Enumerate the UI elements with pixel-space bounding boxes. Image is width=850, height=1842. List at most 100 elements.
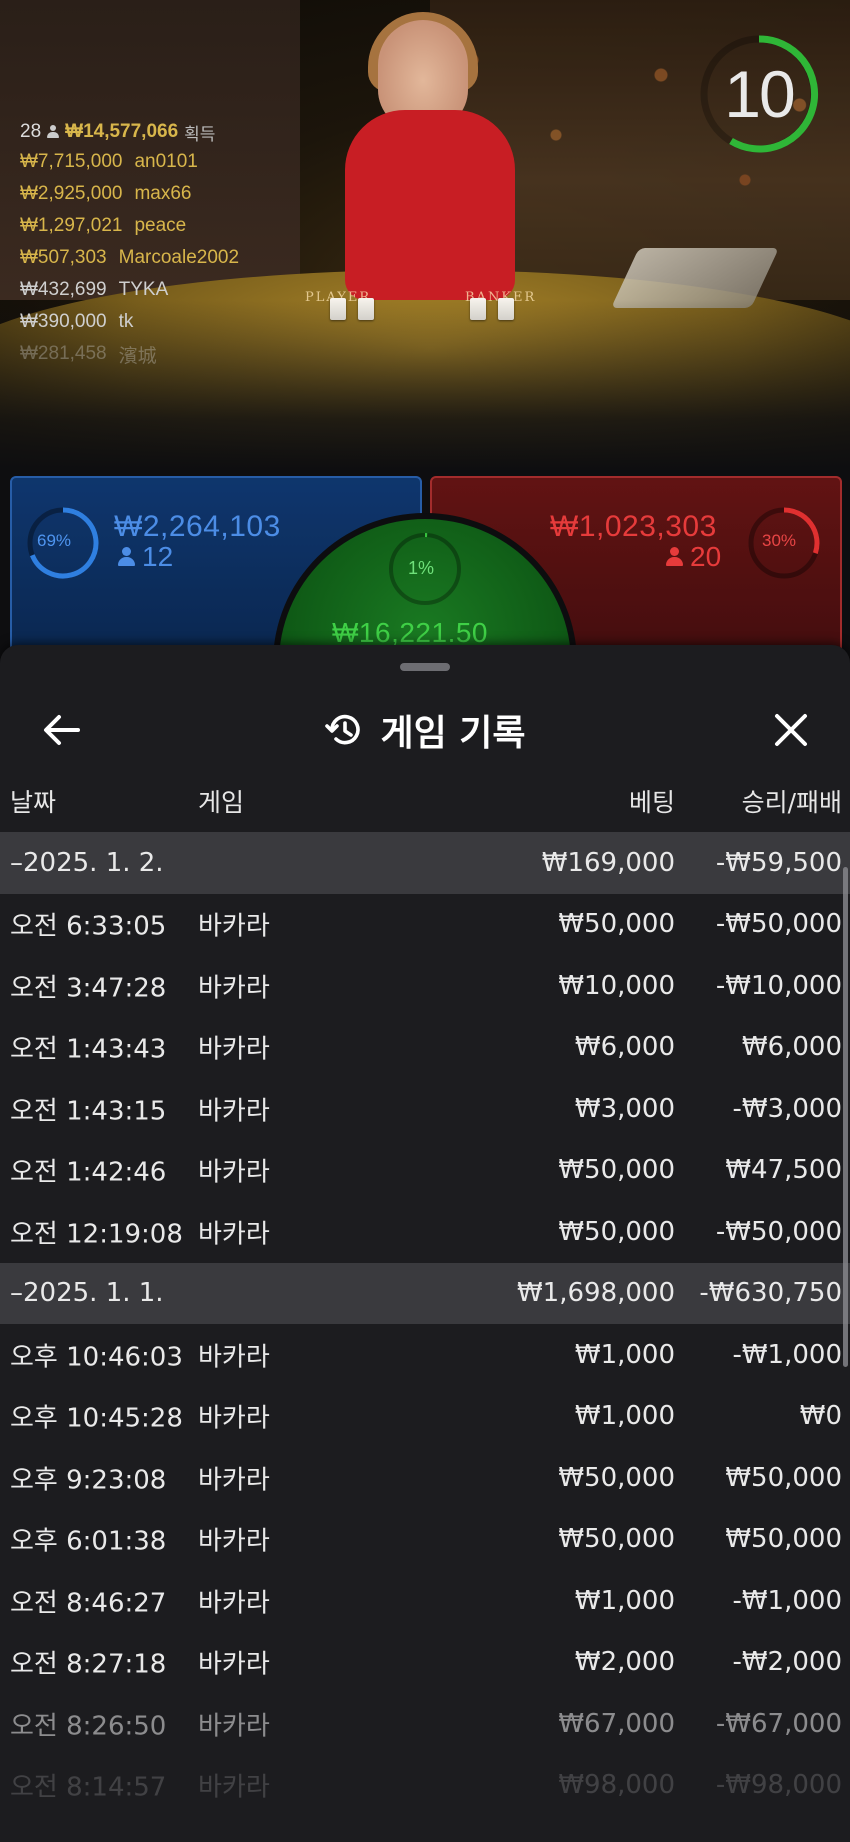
history-row[interactable]: 오전 3:47:28 바카라 ₩10,000 -₩10,000 (0, 955, 850, 1017)
history-row[interactable]: 오전 12:19:08 바카라 ₩50,000 -₩50,000 (0, 1201, 850, 1263)
date-group-row[interactable]: –2025. 1. 1. ₩1,698,000 -₩630,750 (0, 1262, 850, 1324)
group-result-total: -₩59,500 (715, 847, 842, 878)
winner-amount: ₩1,297,021 (20, 215, 123, 236)
row-result: ₩50,000 (725, 1524, 842, 1555)
close-button[interactable] (764, 703, 818, 757)
winner-name: tk (118, 311, 134, 332)
group-bet-total: ₩1,698,000 (516, 1278, 675, 1309)
row-bet: ₩50,000 (558, 909, 675, 940)
row-result: -₩67,000 (715, 1708, 842, 1739)
row-bet: ₩98,000 (558, 1770, 675, 1801)
row-result: ₩6,000 (741, 1032, 842, 1063)
history-clock-icon (325, 714, 361, 745)
sheet-header: 게임 기록 (0, 685, 850, 775)
banker-total-amount: ₩1,023,303 (550, 510, 717, 543)
table-header: 날짜 게임 베팅 승리/패배 (0, 783, 850, 833)
history-row[interactable]: 오후 9:23:08 바카라 ₩50,000 ₩50,000 (0, 1447, 850, 1509)
history-row[interactable]: 오전 8:46:27 바카라 ₩1,000 -₩1,000 (0, 1570, 850, 1632)
tie-percent: 1% (408, 558, 435, 578)
history-row[interactable]: 오전 8:14:57 바카라 ₩98,000 -₩98,000 (0, 1755, 850, 1817)
group-bet-total: ₩169,000 (541, 847, 675, 878)
row-time: 오전 8:46:27 (10, 1588, 167, 1619)
leaderboard-row: ₩7,715,000 an0101 (20, 146, 239, 178)
date-group-row[interactable]: –2025. 1. 2. ₩169,000 -₩59,500 (0, 832, 850, 894)
history-row[interactable]: 오후 6:01:38 바카라 ₩50,000 ₩50,000 (0, 1509, 850, 1571)
row-result: ₩47,500 (725, 1155, 842, 1186)
close-icon (775, 714, 807, 746)
row-bet: ₩2,000 (574, 1647, 675, 1678)
winner-amount: ₩432,699 (20, 279, 107, 300)
row-bet: ₩67,000 (558, 1708, 675, 1739)
row-game: 바카라 (198, 911, 270, 942)
scrollbar[interactable] (843, 867, 848, 1367)
row-time: 오전 1:43:43 (10, 1034, 167, 1065)
row-bet: ₩1,000 (574, 1401, 675, 1432)
column-header-win-loss: 승리/패배 (741, 788, 842, 817)
winner-name: Marcoale2002 (118, 247, 240, 268)
winner-amount: ₩390,000 (20, 311, 107, 332)
row-game: 바카라 (198, 1465, 270, 1496)
winner-name: max66 (134, 183, 192, 204)
history-row[interactable]: 오후 10:45:28 바카라 ₩1,000 ₩0 (0, 1386, 850, 1448)
row-bet: ₩50,000 (558, 1524, 675, 1555)
person-icon (666, 547, 683, 567)
winner-amount: ₩7,715,000 (20, 151, 123, 172)
row-game: 바카라 (198, 1219, 270, 1250)
sheet-title: 게임 기록 (380, 713, 526, 754)
player-percent: 69% (37, 531, 72, 550)
row-bet: ₩1,000 (574, 1339, 675, 1370)
row-result: -₩50,000 (715, 909, 842, 940)
dealer (345, 110, 515, 300)
countdown-timer: 10 (724, 57, 795, 131)
winner-name: an0101 (134, 151, 198, 172)
row-bet: ₩6,000 (574, 1032, 675, 1063)
history-row[interactable]: 오전 1:42:46 바카라 ₩50,000 ₩47,500 (0, 1140, 850, 1202)
row-bet: ₩50,000 (558, 1155, 675, 1186)
row-bet: ₩50,000 (558, 1216, 675, 1247)
row-bet: ₩1,000 (574, 1585, 675, 1616)
row-time: 오전 12:19:08 (10, 1219, 183, 1250)
row-time: 오전 8:26:50 (10, 1711, 167, 1742)
row-result: -₩3,000 (732, 1093, 842, 1124)
row-game: 바카라 (198, 1588, 270, 1619)
row-time: 오후 9:23:08 (10, 1465, 167, 1496)
row-time: 오전 8:27:18 (10, 1649, 167, 1680)
row-time: 오후 10:46:03 (10, 1342, 183, 1373)
history-row[interactable]: 오전 1:43:15 바카라 ₩3,000 -₩3,000 (0, 1078, 850, 1140)
row-game: 바카라 (198, 1772, 270, 1803)
row-bet: ₩50,000 (558, 1462, 675, 1493)
row-game: 바카라 (198, 1649, 270, 1680)
row-game: 바카라 (198, 973, 270, 1004)
history-row[interactable]: 오전 8:27:18 바카라 ₩2,000 -₩2,000 (0, 1632, 850, 1694)
column-header-game: 게임 (198, 788, 245, 817)
winner-name: peace (134, 215, 187, 236)
row-game: 바카라 (198, 1342, 270, 1373)
leaderboard-row: ₩432,699 TYKA (20, 274, 239, 306)
group-result-total: -₩630,750 (699, 1278, 842, 1309)
history-list: –2025. 1. 2. ₩169,000 -₩59,500 오전 6:33:0… (0, 832, 850, 1816)
player-total-amount: ₩2,264,103 (114, 510, 281, 543)
card-shoe (611, 248, 779, 308)
back-button[interactable] (34, 703, 88, 757)
row-result: ₩50,000 (725, 1462, 842, 1493)
banker-bettor-count: 20 (666, 541, 721, 573)
row-time: 오전 8:14:57 (10, 1772, 167, 1803)
row-game: 바카라 (198, 1526, 270, 1557)
person-icon (47, 125, 60, 139)
row-result: -₩2,000 (732, 1647, 842, 1678)
history-row[interactable]: 오전 1:43:43 바카라 ₩6,000 ₩6,000 (0, 1017, 850, 1079)
leaderboard-row: ₩281,458 濱城 (20, 338, 239, 370)
row-result: -₩1,000 (732, 1339, 842, 1370)
person-icon (118, 547, 135, 567)
history-row[interactable]: 오전 8:26:50 바카라 ₩67,000 -₩67,000 (0, 1693, 850, 1755)
winnings-label: 획득 (184, 124, 216, 144)
leaderboard-row: ₩390,000 tk (20, 306, 239, 338)
history-row[interactable]: 오후 10:46:03 바카라 ₩1,000 -₩1,000 (0, 1324, 850, 1386)
sheet-drag-handle[interactable] (400, 663, 450, 671)
row-time: 오후 6:01:38 (10, 1526, 167, 1557)
history-row[interactable]: 오전 6:33:05 바카라 ₩50,000 -₩50,000 (0, 894, 850, 956)
winner-count: 28 (20, 121, 42, 142)
winner-name: 濱城 (118, 345, 157, 367)
arrow-left-icon (44, 715, 80, 745)
group-date: –2025. 1. 2. (10, 847, 164, 878)
